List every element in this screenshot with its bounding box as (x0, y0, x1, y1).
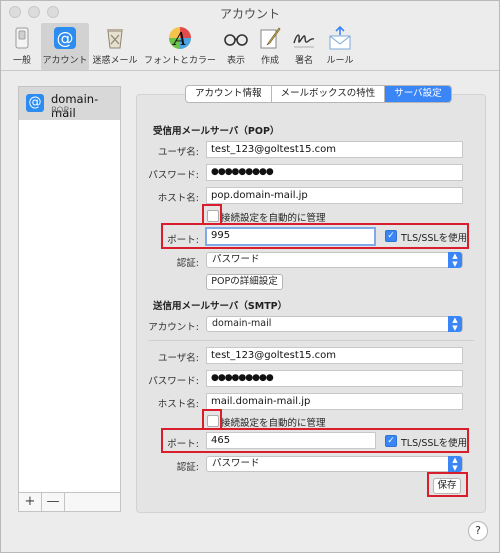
smtp-username-input[interactable]: test_123@goltest15.com (206, 347, 463, 364)
smtp-account-value: domain-mail (212, 318, 272, 329)
preferences-toolbar: 一般 @ アカウント 迷惑メール A フォントとカラー 表示 作成 署名 ルール (1, 23, 499, 71)
pop-password-input[interactable]: ●●●●●●●●● (206, 164, 463, 181)
chevron-updown-icon: ▲ ▼ (448, 456, 462, 472)
account-tabs: アカウント情報 メールボックスの特性 サーバ設定 (185, 85, 452, 103)
highlight-pop-port-row (161, 223, 469, 249)
toolbar-general-label: 一般 (12, 56, 31, 66)
signature-icon (293, 34, 315, 48)
pop-host-input[interactable]: pop.domain-mail.jp (206, 187, 463, 204)
toolbar-signatures[interactable]: 署名 (289, 23, 319, 70)
tab-server-settings[interactable]: サーバ設定 (385, 86, 451, 102)
smtp-auth-select[interactable]: パスワード ▲ ▼ (206, 456, 463, 472)
pop-username-label: ユーザ名: (157, 147, 199, 158)
chevron-updown-icon: ▲ ▼ (448, 252, 462, 268)
toolbar-junk[interactable]: 迷惑メール (92, 23, 138, 70)
smtp-section-title: 送信用メールサーバ（SMTP） (153, 301, 288, 312)
switch-icon (15, 27, 29, 49)
remove-account-button[interactable]: — (42, 493, 65, 511)
account-list: @ domain-mail POP (18, 86, 121, 512)
window-title: アカウント (219, 7, 280, 21)
highlight-smtp-port-row (161, 428, 469, 453)
tab-mailbox-behaviors[interactable]: メールボックスの特性 (272, 86, 386, 102)
smtp-host-input[interactable]: mail.domain-mail.jp (206, 393, 463, 410)
toolbar-general[interactable]: 一般 (7, 23, 37, 70)
pop-advanced-button[interactable]: POPの詳細設定 (206, 274, 283, 290)
preferences-window: アカウント 一般 @ アカウント 迷惑メール A フォントとカラー 表示 作成 … (0, 0, 500, 553)
pop-auth-label: 認証: (176, 258, 199, 269)
toolbar-fonts-colors[interactable]: A フォントとカラー (142, 23, 218, 70)
account-list-controls: + — (18, 492, 121, 512)
toolbar-accounts-label: アカウント (42, 56, 88, 66)
highlight-smtp-auto-manage (202, 409, 222, 430)
highlight-pop-auto-manage (202, 204, 222, 225)
smtp-username-label: ユーザ名: (157, 353, 199, 364)
smtp-password-label: パスワード: (148, 376, 199, 387)
at-icon: @ (54, 27, 76, 49)
chevron-updown-icon: ▲ ▼ (448, 316, 462, 332)
smtp-host-label: ホスト名: (157, 399, 199, 410)
smtp-auto-manage-label: 接続設定を自動的に管理 (221, 418, 326, 429)
tab-account-info[interactable]: アカウント情報 (186, 86, 272, 102)
toolbar-viewing-label: 表示 (226, 56, 245, 66)
svg-text:@: @ (57, 29, 74, 49)
add-account-button[interactable]: + (19, 493, 42, 511)
smtp-account-select[interactable]: domain-mail ▲ ▼ (206, 316, 463, 332)
account-type: POP (51, 106, 69, 116)
pop-username-input[interactable]: test_123@goltest15.com (206, 141, 463, 158)
toolbar-accounts[interactable]: @ アカウント (41, 23, 89, 70)
toolbar-rules-label: ルール (326, 56, 354, 66)
toolbar-signatures-label: 署名 (294, 56, 313, 66)
highlight-save-button (427, 472, 468, 497)
toolbar-viewing[interactable]: 表示 (221, 23, 251, 70)
rules-envelope-icon (329, 25, 351, 50)
at-icon: @ (26, 94, 44, 112)
junk-trash-icon (107, 29, 123, 49)
smtp-auth-label: 認証: (176, 462, 199, 473)
pop-section-title: 受信用メールサーバ（POP） (153, 126, 280, 137)
smtp-divider (148, 340, 474, 341)
font-color-icon: A (169, 27, 191, 50)
help-button[interactable]: ? (468, 521, 488, 541)
toolbar-junk-label: 迷惑メール (92, 56, 138, 66)
account-row-domain-mail[interactable]: @ domain-mail POP (19, 87, 120, 120)
toolbar-composing[interactable]: 作成 (255, 23, 285, 70)
toolbar-rules[interactable]: ルール (323, 23, 357, 70)
svg-text:A: A (172, 29, 187, 50)
pop-auth-value: パスワード (212, 254, 260, 265)
pop-password-label: パスワード: (148, 170, 199, 181)
glasses-icon (224, 34, 248, 46)
pop-host-label: ホスト名: (157, 193, 199, 204)
pop-auto-manage-label: 接続設定を自動的に管理 (221, 213, 326, 224)
smtp-account-label: アカウント: (148, 322, 199, 333)
toolbar-fonts-colors-label: フォントとカラー (143, 56, 216, 66)
pop-auth-select[interactable]: パスワード ▲ ▼ (206, 252, 463, 268)
smtp-password-input[interactable]: ●●●●●●●●● (206, 370, 463, 387)
toolbar-composing-label: 作成 (260, 56, 279, 66)
title-bar: アカウント (1, 1, 499, 23)
smtp-auth-value: パスワード (212, 458, 260, 469)
compose-icon (260, 27, 281, 49)
